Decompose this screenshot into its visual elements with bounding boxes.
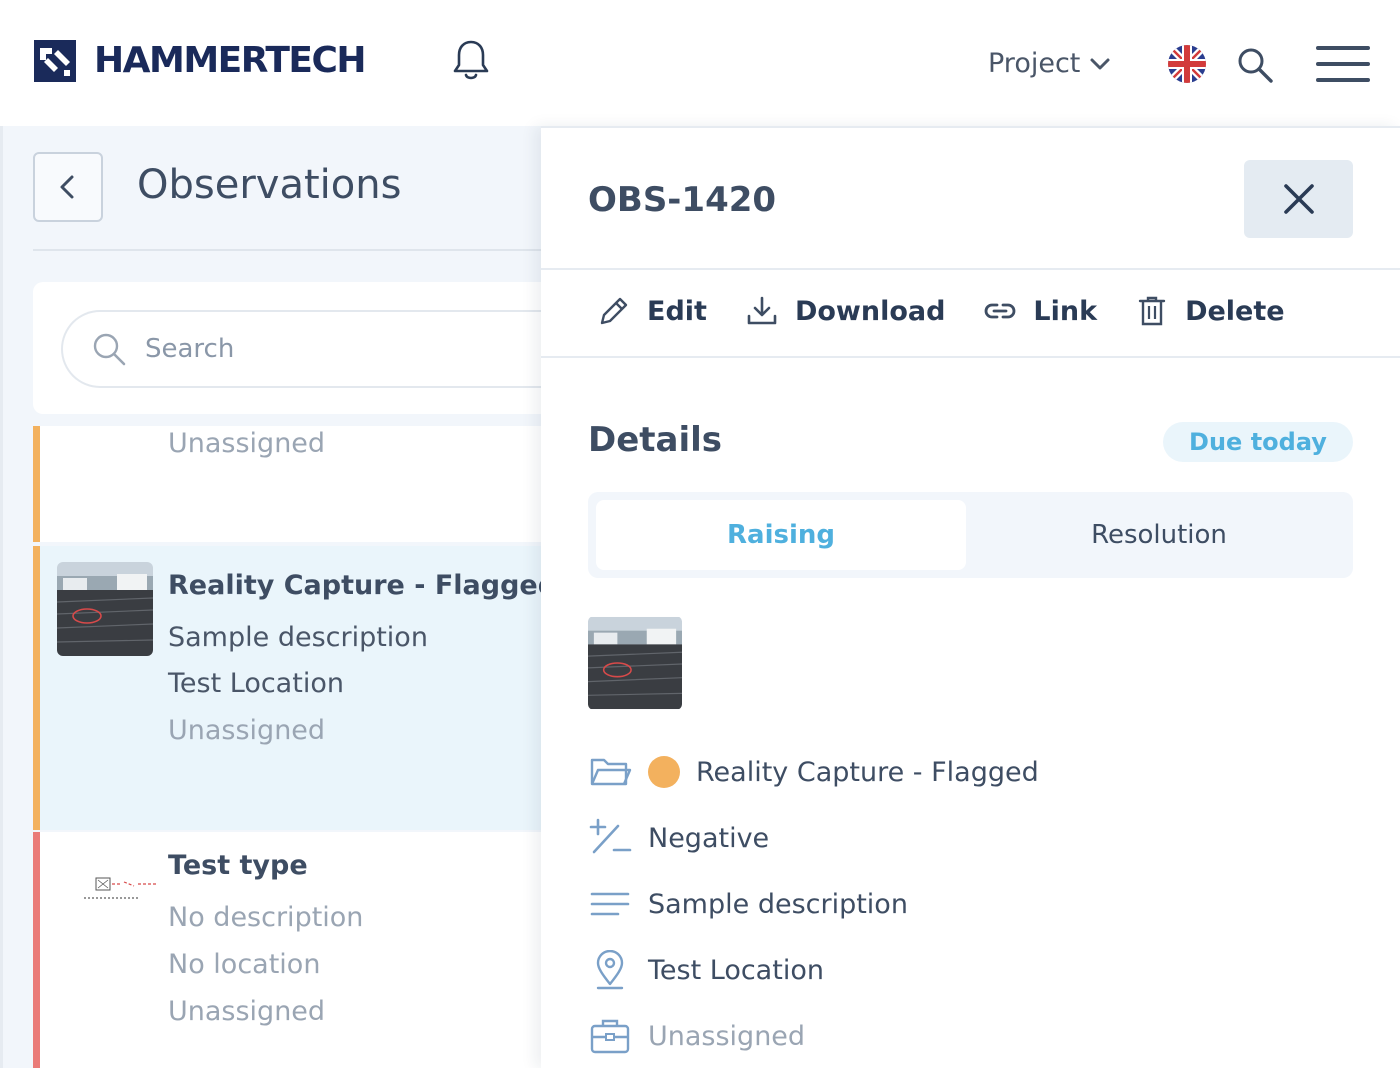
trash-icon	[1138, 296, 1166, 326]
text-lines-icon	[590, 892, 630, 916]
divider	[541, 268, 1400, 270]
card-description: Sample description	[168, 622, 428, 653]
uk-flag-icon[interactable]	[1168, 45, 1206, 83]
search-card	[33, 282, 544, 414]
project-dropdown[interactable]: Project	[988, 48, 1112, 79]
detail-row-type: Reality Capture - Flagged	[588, 752, 1039, 792]
project-label: Project	[988, 48, 1081, 79]
brand-name: HAMMERTECH	[94, 40, 367, 81]
action-toolbar: Edit Download Link Delete	[597, 294, 1323, 328]
delete-button[interactable]: Delete	[1135, 294, 1285, 328]
briefcase-icon	[590, 1019, 630, 1054]
top-bar: HAMMERTECH Project	[0, 0, 1400, 126]
card-description: No description	[168, 902, 364, 933]
edit-label: Edit	[647, 295, 707, 327]
link-label: Link	[1033, 295, 1098, 327]
card-title: Reality Capture - Flagged	[168, 570, 558, 601]
location-pin-icon	[596, 950, 624, 990]
card-location: No location	[168, 949, 321, 980]
link-icon	[985, 303, 1016, 319]
page-title: Observations	[137, 162, 402, 208]
link-button[interactable]: Link	[983, 294, 1097, 328]
detail-description-text: Sample description	[648, 888, 908, 920]
download-label: Download	[794, 295, 946, 327]
card-title: Test type	[168, 850, 308, 881]
list-item[interactable]: Unassigned	[33, 426, 544, 542]
plus-minus-icon	[589, 818, 632, 854]
section-title: Details	[588, 420, 723, 460]
due-status-badge: Due today	[1163, 422, 1353, 462]
detail-row-assignee: Unassigned	[588, 1016, 805, 1056]
detail-row-sentiment: Negative	[588, 818, 769, 858]
tab-raising[interactable]: Raising	[596, 500, 966, 570]
list-item[interactable]: Test type No description No location Una…	[33, 832, 544, 1068]
detail-sentiment-text: Negative	[648, 822, 770, 854]
divider	[541, 356, 1400, 358]
card-assignee: Unassigned	[168, 996, 326, 1027]
detail-type-text: Reality Capture - Flagged	[696, 756, 1039, 788]
bell-icon[interactable]	[450, 38, 492, 84]
search-field[interactable]	[61, 310, 544, 388]
hammertech-logo-icon	[34, 40, 76, 82]
detail-location-text: Test Location	[648, 954, 824, 986]
folder-icon	[590, 758, 632, 786]
card-location: Test Location	[168, 668, 344, 699]
card-assignee: Unassigned	[168, 715, 326, 746]
chevron-left-icon	[60, 175, 74, 199]
detail-tabs: Raising Resolution	[588, 492, 1353, 578]
back-button[interactable]	[33, 152, 103, 222]
divider	[33, 249, 544, 251]
detail-assignee-text: Unassigned	[648, 1020, 806, 1052]
observation-id: OBS-1420	[588, 180, 777, 220]
list-item-selected[interactable]: Reality Capture - Flagged Sample descrip…	[33, 546, 557, 830]
card-assignee: Unassigned	[168, 428, 326, 459]
photo-image	[57, 562, 153, 656]
observations-list-panel: Observations Unassigned Reali	[0, 126, 557, 1068]
observation-photo[interactable]	[588, 616, 682, 710]
edit-button[interactable]: Edit	[597, 294, 707, 328]
sketch-thumbnail-icon	[84, 877, 156, 899]
tab-resolution[interactable]: Resolution	[974, 500, 1344, 570]
observation-photo-thumbnail[interactable]	[57, 562, 153, 656]
download-button[interactable]: Download	[745, 294, 945, 328]
close-button[interactable]	[1244, 160, 1353, 238]
search-icon[interactable]	[1236, 46, 1274, 84]
photo-image	[588, 616, 682, 710]
search-input[interactable]	[145, 334, 485, 364]
pencil-icon	[600, 297, 628, 325]
brand-logo[interactable]: HAMMERTECH	[34, 40, 367, 82]
status-color-dot	[648, 756, 680, 788]
download-icon	[747, 296, 777, 325]
detail-row-location: Test Location	[588, 950, 824, 990]
detail-row-description: Sample description	[588, 884, 908, 924]
hamburger-menu-icon[interactable]	[1316, 44, 1370, 84]
delete-label: Delete	[1185, 295, 1285, 327]
close-icon	[1283, 184, 1314, 214]
search-icon	[93, 333, 126, 366]
observation-detail-panel: OBS-1420 Edit Download Link Delete Detai…	[541, 126, 1400, 1068]
chevron-down-icon	[1090, 58, 1110, 69]
